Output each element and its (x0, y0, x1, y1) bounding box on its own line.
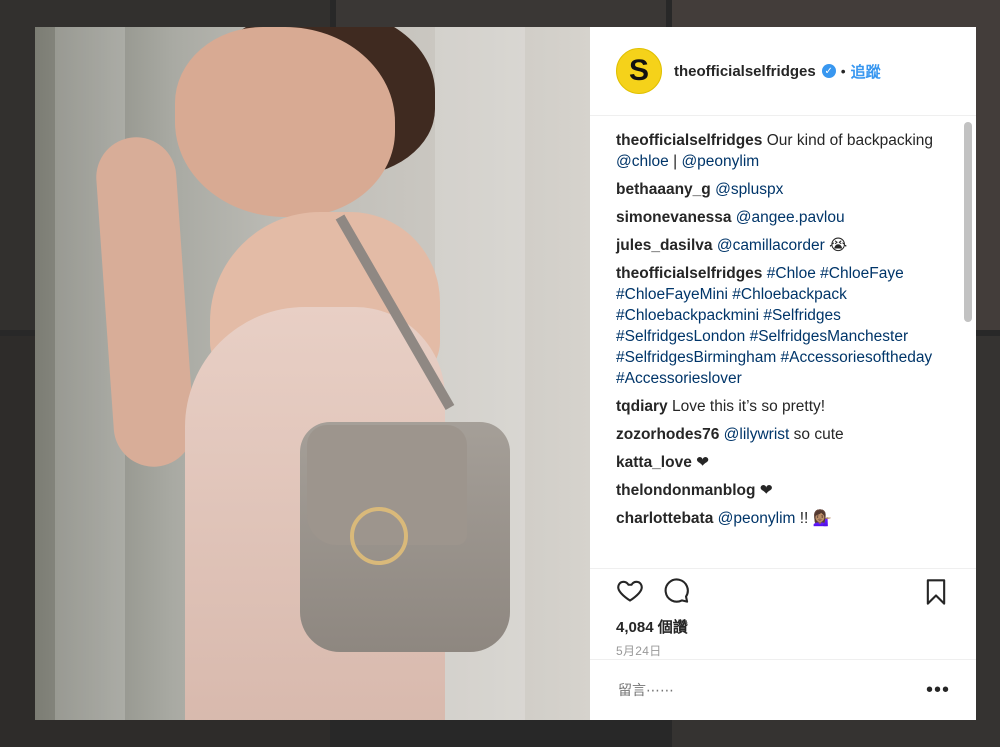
likes-count[interactable]: 4,084 個讚 (590, 615, 976, 641)
save-bookmark-icon[interactable] (922, 578, 950, 611)
action-bar (590, 569, 976, 615)
follow-button[interactable]: 追蹤 (851, 61, 881, 82)
comment-bubble-icon[interactable] (662, 576, 690, 609)
comment-item: jules_dasilva @camillacorder 😭 (616, 235, 950, 256)
comment-item: zozorhodes76 @lilywrist so cute (616, 424, 950, 445)
comment-username[interactable]: jules_dasilva (616, 237, 713, 254)
post-photo (35, 27, 590, 720)
comment-item: simonevanessa @angee.pavlou (616, 207, 950, 228)
comment-tag-link[interactable]: @spluspx (715, 181, 783, 198)
comment-username[interactable]: katta_love (616, 454, 692, 471)
comment-username[interactable]: bethaaany_g (616, 181, 711, 198)
comments-list[interactable]: theofficialselfridges Our kind of backpa… (590, 116, 976, 569)
comment-tag-link[interactable]: @angee.pavlou (736, 209, 845, 226)
post-modal: S theofficialselfridges ✓ • 追蹤 theoffici… (35, 27, 976, 720)
separator-dot: • (840, 63, 846, 79)
comment-item: theofficialselfridges #Chloe #ChloeFaye … (616, 263, 950, 389)
post-sidebar: S theofficialselfridges ✓ • 追蹤 theoffici… (590, 27, 976, 720)
comment-text: ❤ (759, 482, 773, 499)
comment-tag-link[interactable]: @peonylim (681, 153, 759, 170)
comment-composer: ••• (590, 659, 976, 720)
verified-check-icon: ✓ (821, 64, 836, 78)
comment-tag-link[interactable]: @lilywrist (724, 426, 790, 443)
comment-text: Love this it’s so pretty! (672, 398, 826, 415)
comment-item: katta_love ❤ (616, 452, 950, 473)
comment-text: !! 💁🏽‍♀️ (795, 510, 832, 527)
comment-text: Our kind of backpacking (766, 132, 934, 149)
comment-item: thelondonmanblog ❤ (616, 480, 950, 501)
comment-item: theofficialselfridges Our kind of backpa… (616, 130, 950, 172)
post-header: S theofficialselfridges ✓ • 追蹤 (590, 27, 976, 116)
comment-item: tqdiary Love this it’s so pretty! (616, 396, 950, 417)
comment-text: ❤ (696, 454, 710, 471)
comment-tag-link[interactable]: @chloe (616, 153, 669, 170)
post-author-username[interactable]: theofficialselfridges (674, 63, 816, 80)
comment-tag-link[interactable]: #Chloe #ChloeFaye #ChloeFayeMini #Chloeb… (616, 265, 932, 387)
comment-username[interactable]: charlottebata (616, 510, 713, 527)
comment-tag-link[interactable]: @camillacorder (717, 237, 825, 254)
comment-item: bethaaany_g @spluspx (616, 179, 950, 200)
avatar[interactable]: S (616, 48, 662, 94)
comment-text: so cute (789, 426, 844, 443)
like-heart-icon[interactable] (616, 576, 644, 609)
comment-tag-link[interactable]: @peonylim (718, 510, 796, 527)
comment-text: | (668, 153, 682, 170)
comment-username[interactable]: simonevanessa (616, 209, 731, 226)
comment-input[interactable] (616, 681, 926, 699)
comment-text: 😭 (824, 237, 848, 254)
more-options-button[interactable]: ••• (926, 679, 950, 702)
comment-username[interactable]: tqdiary (616, 398, 668, 415)
comment-item: charlottebata @peonylim !! 💁🏽‍♀️ (616, 508, 950, 529)
comment-username[interactable]: theofficialselfridges (616, 265, 762, 282)
comment-username[interactable]: zozorhodes76 (616, 426, 719, 443)
comments-scrollbar[interactable] (964, 122, 972, 322)
comment-username[interactable]: theofficialselfridges (616, 132, 762, 149)
comment-username[interactable]: thelondonmanblog (616, 482, 755, 499)
